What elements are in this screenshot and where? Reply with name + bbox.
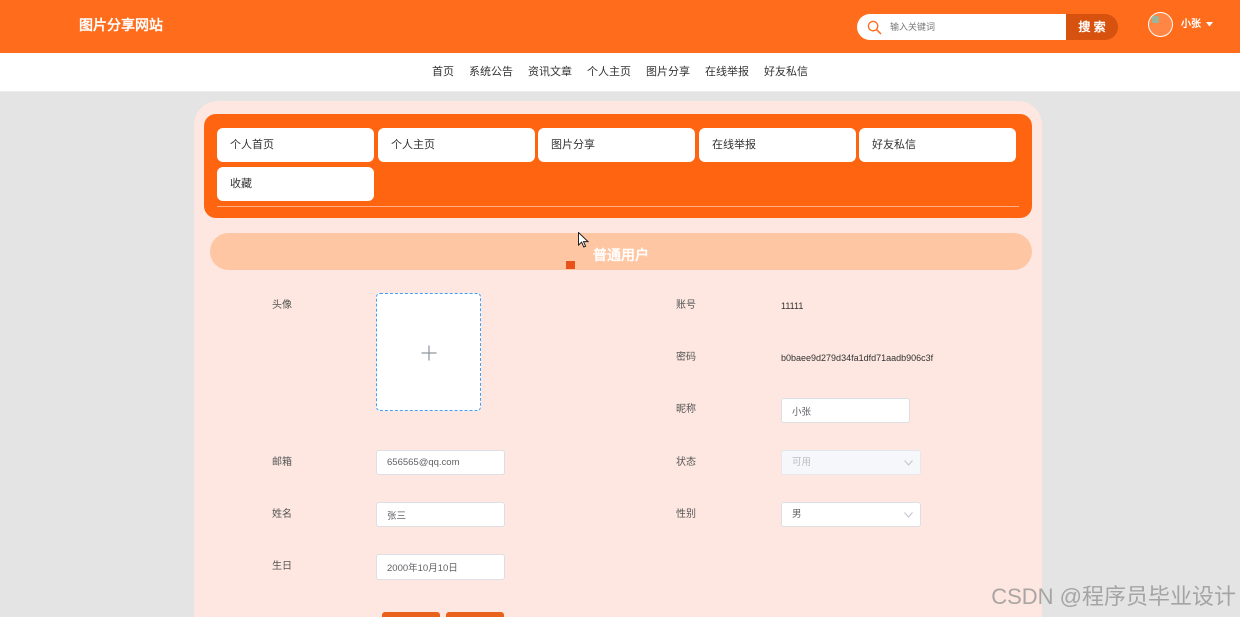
account-value: 11111	[781, 301, 804, 311]
center-menu-item-favorites[interactable]: 收藏	[217, 167, 374, 201]
nickname-label: 昵称	[676, 404, 696, 415]
avatar-uploader[interactable]	[376, 293, 481, 411]
center-menu-item-image-share[interactable]: 图片分享	[538, 128, 695, 162]
nav-item-report[interactable]: 在线举报	[705, 53, 749, 92]
name-field[interactable]	[376, 502, 505, 527]
role-label: 普通用户	[593, 247, 649, 263]
mouse-cursor-icon	[578, 232, 589, 248]
birthday-field[interactable]	[376, 554, 505, 580]
password-value: b0baee9d279d34fa1dfd71aadb906c3f	[781, 353, 934, 363]
search-icon	[867, 20, 882, 35]
nav-item-articles[interactable]: 资讯文章	[528, 53, 572, 92]
status-label: 状态	[676, 457, 696, 468]
main-nav: 首页 系统公告 资讯文章 个人主页 图片分享 在线举报 好友私信	[0, 53, 1240, 92]
center-menu-item-home[interactable]: 个人首页	[217, 128, 374, 162]
nickname-field[interactable]	[781, 398, 910, 423]
search-button[interactable]: 搜 索	[1066, 14, 1118, 40]
gender-value: 男	[792, 509, 802, 520]
gender-label: 性别	[676, 509, 696, 520]
search-input[interactable]	[890, 14, 1060, 40]
center-menu-item-report[interactable]: 在线举报	[699, 128, 856, 162]
nav-item-home[interactable]: 首页	[432, 53, 454, 92]
user-name[interactable]: 小张	[1181, 18, 1201, 31]
marker-square	[566, 261, 575, 269]
center-menu-item-profile[interactable]: 个人主页	[378, 128, 535, 162]
gender-select[interactable]: 男	[781, 502, 921, 527]
divider	[217, 206, 1019, 207]
watermark: CSDN @程序员毕业设计	[991, 584, 1236, 609]
email-label: 邮箱	[272, 457, 292, 468]
status-select[interactable]: 可用	[781, 450, 921, 475]
caret-down-icon[interactable]	[1206, 22, 1213, 27]
nav-item-announcements[interactable]: 系统公告	[469, 53, 513, 92]
nav-item-image-share[interactable]: 图片分享	[646, 53, 690, 92]
center-menu-item-messages[interactable]: 好友私信	[859, 128, 1016, 162]
plus-icon	[421, 345, 437, 361]
nav-item-messages[interactable]: 好友私信	[764, 53, 808, 92]
nav-item-profile[interactable]: 个人主页	[587, 53, 631, 92]
chevron-down-icon	[904, 460, 913, 466]
site-title[interactable]: 图片分享网站	[79, 16, 163, 34]
status-value: 可用	[792, 457, 812, 468]
user-center-panel: 个人首页 个人主页 图片分享 在线举报 好友私信 收藏 普通用户 头像 邮箱 姓…	[194, 101, 1042, 617]
account-label: 账号	[676, 300, 696, 311]
logout-button[interactable]	[446, 612, 504, 617]
update-button[interactable]	[382, 612, 440, 617]
password-label: 密码	[676, 352, 696, 363]
email-field[interactable]	[376, 450, 505, 475]
avatar[interactable]	[1148, 12, 1173, 37]
role-banner: 普通用户	[210, 233, 1032, 270]
search-box[interactable]	[857, 14, 1066, 40]
name-label: 姓名	[272, 509, 292, 520]
broken-image-icon	[1152, 16, 1159, 23]
avatar-label: 头像	[272, 300, 292, 311]
center-menu: 个人首页 个人主页 图片分享 在线举报 好友私信 收藏	[204, 114, 1032, 218]
birthday-label: 生日	[272, 561, 292, 572]
chevron-down-icon	[904, 512, 913, 518]
